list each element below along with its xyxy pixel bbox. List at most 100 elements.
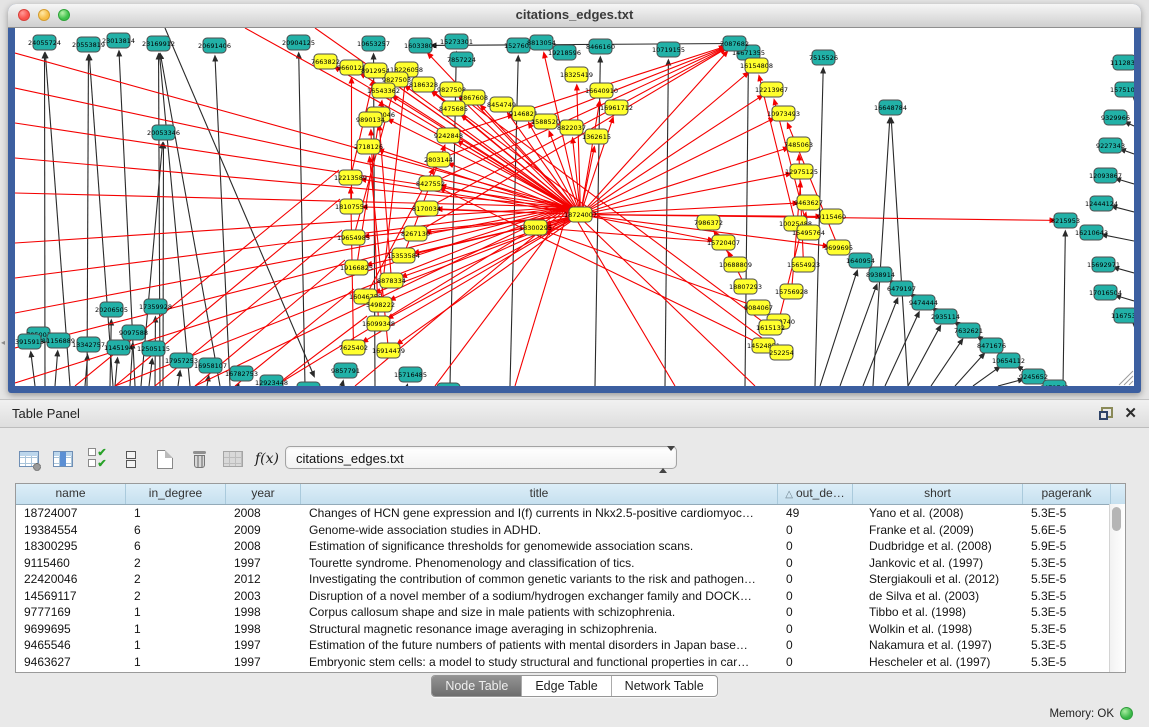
edge[interactable] [431,44,734,46]
edge[interactable] [973,367,1000,386]
graph-node-label: 8170034 [412,205,441,213]
graph-node-label: 9472742 [1040,384,1069,386]
column-header-title[interactable]: title [301,484,778,504]
network-window-titlebar[interactable]: citations_edges.txt [8,4,1141,28]
selected-edge[interactable] [440,188,763,345]
graph-node-label: 16648784 [874,104,907,112]
graph-node-label: 9474444 [909,299,938,307]
edge[interactable] [55,351,58,386]
delete-column-icon[interactable] [184,444,214,474]
column-header-out_de[interactable]: △out_de… [778,484,853,504]
table-row[interactable]: 946554611997Estimation of the future num… [16,637,1125,654]
table-vertical-scrollbar[interactable] [1109,504,1125,672]
function-builder-icon[interactable]: f(x) [252,444,282,474]
table-row[interactable]: 977716911998Corpus callosum shape and si… [16,604,1125,621]
edge[interactable] [908,326,940,386]
cell: 0 [778,538,853,555]
table-row[interactable]: 1938455462009Genome-wide association stu… [16,522,1125,539]
table-row[interactable]: 1872400712008Changes of HCN gene express… [16,505,1125,522]
window-resize-grip[interactable] [1119,371,1133,385]
column-header-short[interactable]: short [853,484,1023,504]
edge[interactable] [178,371,180,386]
close-panel-icon[interactable]: ✕ [1124,404,1137,422]
edge[interactable] [931,340,962,386]
edge[interactable] [891,118,908,386]
graph-node-label: 8186328 [409,81,438,89]
sidebar-collapse-handle[interactable]: ◂ [1,338,7,347]
network-select-dropdown[interactable]: citations_edges.txt [285,446,677,469]
graph-node-label: 10653257 [357,40,390,48]
cell: 5.3E-5 [1023,604,1111,621]
edge[interactable] [238,384,239,386]
cell: de Silva et al. (2003) [853,588,1023,605]
edge[interactable] [863,299,897,386]
cell: 19384554 [16,522,126,539]
edge[interactable] [115,358,118,386]
edge[interactable] [87,55,88,386]
tab-network-table[interactable]: Network Table [612,676,717,696]
scrollbar-thumb[interactable] [1112,507,1121,531]
edge[interactable] [31,352,35,386]
graph-node[interactable] [437,383,460,386]
network-canvas[interactable]: 2405572420553819230138142316991220691406… [15,28,1134,386]
table-mode-icon[interactable] [14,444,44,474]
show-columns-icon[interactable] [48,444,78,474]
graph-node-label: 9827508 [437,86,466,94]
cell: Structural magnetic resonance image aver… [301,621,778,638]
cell: 1 [126,637,226,654]
graph-node-label: 15720407 [707,239,740,247]
table-row[interactable]: 2242004622012Investigating the contribut… [16,571,1125,588]
minimize-window-button[interactable] [38,9,50,21]
tab-edge-table[interactable]: Edge Table [522,676,611,696]
maximize-window-button[interactable] [58,9,70,21]
tab-node-table[interactable]: Node Table [432,676,522,696]
graph-node-label: 9115460 [817,213,846,221]
edge[interactable] [665,60,668,386]
selected-edge[interactable] [15,207,569,348]
graph-node-label: 8215953 [1051,217,1080,225]
table-row[interactable]: 911546021997Tourette syndrome. Phenomeno… [16,555,1125,572]
network-graph[interactable]: 2405572420553819230138142316991220691406… [15,28,1134,386]
edge[interactable] [342,381,343,386]
column-header-year[interactable]: year [226,484,301,504]
cell: 1 [126,604,226,621]
column-header-in_degree[interactable]: in_degree [126,484,226,504]
graph-node-label: 252254 [769,349,794,357]
edge[interactable] [215,56,230,386]
delete-table-icon[interactable] [218,444,248,474]
edge[interactable] [873,118,890,386]
table-row[interactable]: 1456911722003Disruption of a novel membe… [16,588,1125,605]
edge[interactable] [820,271,857,386]
cell: 2009 [226,522,301,539]
selected-edge[interactable] [581,203,798,214]
selected-edge[interactable] [15,207,569,383]
cell: 9115460 [16,555,126,572]
edge[interactable] [840,285,877,386]
graph-node-label: 7485063 [784,141,813,149]
edge[interactable] [160,54,220,386]
selected-edge[interactable] [581,148,789,215]
graph-node-label: 9227343 [1096,142,1125,150]
edge[interactable] [207,376,209,386]
graph-node-label: 7625402 [339,344,368,352]
graph-node-label: 16958107 [194,362,227,370]
column-header-pagerank[interactable]: pagerank [1023,484,1111,504]
float-panel-icon[interactable] [1099,407,1113,420]
graph-node-label: 2935114 [931,313,960,321]
selected-edge[interactable] [15,207,569,313]
table-row[interactable]: 1830029562008Estimation of significance … [16,538,1125,555]
graph-node-label: 16640910 [585,87,618,95]
selected-edge[interactable] [15,207,569,278]
table-row[interactable]: 946362711997Embryonic stem cells: a mode… [16,654,1125,671]
graph-node-label: 1640954 [846,257,875,265]
column-header-name[interactable]: name [16,484,126,504]
row-height-icon[interactable] [116,444,146,474]
edge[interactable] [159,54,160,386]
table-row[interactable]: 969969511998Structural magnetic resonanc… [16,621,1125,638]
edge[interactable] [1063,231,1065,386]
cell: 2 [126,571,226,588]
new-column-icon[interactable] [150,444,180,474]
close-window-button[interactable] [18,9,30,21]
graph-node-label: 9245652 [1019,373,1048,381]
select-rows-icon[interactable]: ✔✔ [82,444,112,474]
